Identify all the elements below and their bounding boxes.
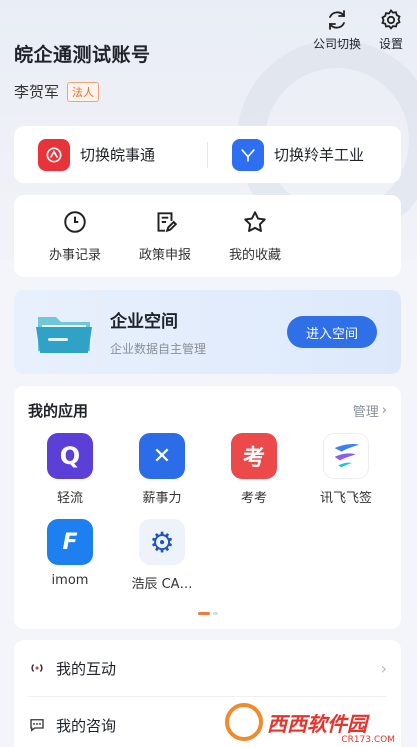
switch-wanshitong-button[interactable]: 切换皖事通	[14, 138, 207, 171]
app-label: 薪事力	[142, 491, 182, 506]
clock-icon	[64, 211, 86, 233]
list-item-label: 我的咨询	[56, 716, 117, 735]
page-indicator	[198, 612, 218, 615]
chevron-right-icon: ›	[380, 658, 387, 678]
app-label: 浩辰 CA…	[131, 577, 193, 592]
user-name: 李贺军	[14, 83, 60, 101]
imom-icon: F	[47, 519, 93, 565]
switch-wanshitong-label: 切换皖事通	[80, 146, 156, 164]
manage-apps-button[interactable]: 管理 ›	[353, 401, 387, 420]
settings-label: 设置	[378, 37, 403, 51]
site-name: 西西软件园	[267, 711, 367, 736]
refresh-icon	[329, 10, 345, 30]
account-title: 皖企通测试账号	[14, 44, 151, 66]
top-actions: 公司切换 设置	[313, 8, 403, 52]
quick-actions-card: 办事记录 政策申报 我的收藏	[14, 195, 401, 277]
quick-action-label: 政策申报	[138, 248, 191, 263]
app-label: 考考	[240, 491, 267, 506]
space-title: 企业空间	[110, 312, 178, 332]
switch-lingyang-button[interactable]: 切换羚羊工业	[208, 138, 401, 171]
lingyang-logo-icon	[232, 138, 264, 171]
quick-action-label: 办事记录	[48, 248, 101, 263]
kaokao-icon: 考	[231, 433, 277, 479]
quick-action-label: 我的收藏	[228, 248, 281, 263]
switch-company-label: 公司切换	[312, 37, 361, 51]
switch-app-card: 切换皖事通 切换羚羊工业	[14, 126, 401, 183]
enter-space-button[interactable]: 进入空间	[287, 316, 377, 348]
app-kaokao[interactable]: 考 考考	[208, 433, 300, 519]
role-badge: 法人	[67, 81, 100, 102]
star-icon	[244, 211, 266, 232]
xinshili-icon: ✕	[139, 433, 185, 479]
quick-action-records[interactable]: 办事记录	[30, 195, 120, 277]
gear-icon	[381, 9, 401, 30]
haochen-cad-icon: ⚙	[139, 519, 185, 565]
quick-action-favorites[interactable]: 我的收藏	[210, 195, 300, 277]
my-apps-title: 我的应用	[28, 402, 89, 420]
settings-button[interactable]: 设置	[379, 8, 403, 52]
app-qingliu[interactable]: Q 轻流	[24, 433, 116, 519]
app-label: 轻流	[56, 491, 83, 506]
interaction-icon	[31, 664, 43, 672]
site-logo-mark	[225, 703, 263, 741]
quick-action-policy[interactable]: 政策申报	[120, 195, 210, 277]
list-item-label: 我的互动	[56, 659, 117, 678]
xunfei-feiqian-icon	[323, 433, 369, 479]
folder-icon	[36, 311, 92, 353]
consult-icon	[30, 719, 44, 732]
document-edit-icon	[157, 212, 178, 233]
wanshitong-logo-icon	[38, 138, 70, 171]
account-info: 皖企通测试账号 李贺军 法人	[14, 40, 151, 102]
enterprise-space-card[interactable]: 企业空间 企业数据自主管理 进入空间	[14, 290, 401, 374]
page-dot	[213, 612, 218, 615]
switch-company-button[interactable]: 公司切换	[313, 8, 361, 52]
list-item-interaction[interactable]: 我的互动 ›	[14, 640, 401, 696]
page-dot-active	[198, 612, 210, 615]
app-imom[interactable]: F imom	[24, 519, 116, 605]
space-subtitle: 企业数据自主管理	[110, 342, 207, 356]
qingliu-icon: Q	[47, 433, 93, 479]
chevron-right-icon: ›	[381, 403, 387, 418]
app-xinshili[interactable]: ✕ 薪事力	[116, 433, 208, 519]
app-label: 讯飞飞签	[319, 491, 372, 506]
my-apps-card: 我的应用 管理 › Q 轻流 ✕ 薪事力 考 考考 讯飞飞签 F imom ⚙ …	[14, 386, 401, 629]
site-url: CR173.COM	[341, 735, 395, 745]
manage-label: 管理	[352, 405, 379, 420]
switch-lingyang-label: 切换羚羊工业	[274, 146, 365, 164]
app-haochen-cad[interactable]: ⚙ 浩辰 CA…	[116, 519, 208, 605]
app-xunfei-feiqian[interactable]: 讯飞飞签	[300, 433, 392, 519]
app-label: imom	[51, 573, 89, 588]
